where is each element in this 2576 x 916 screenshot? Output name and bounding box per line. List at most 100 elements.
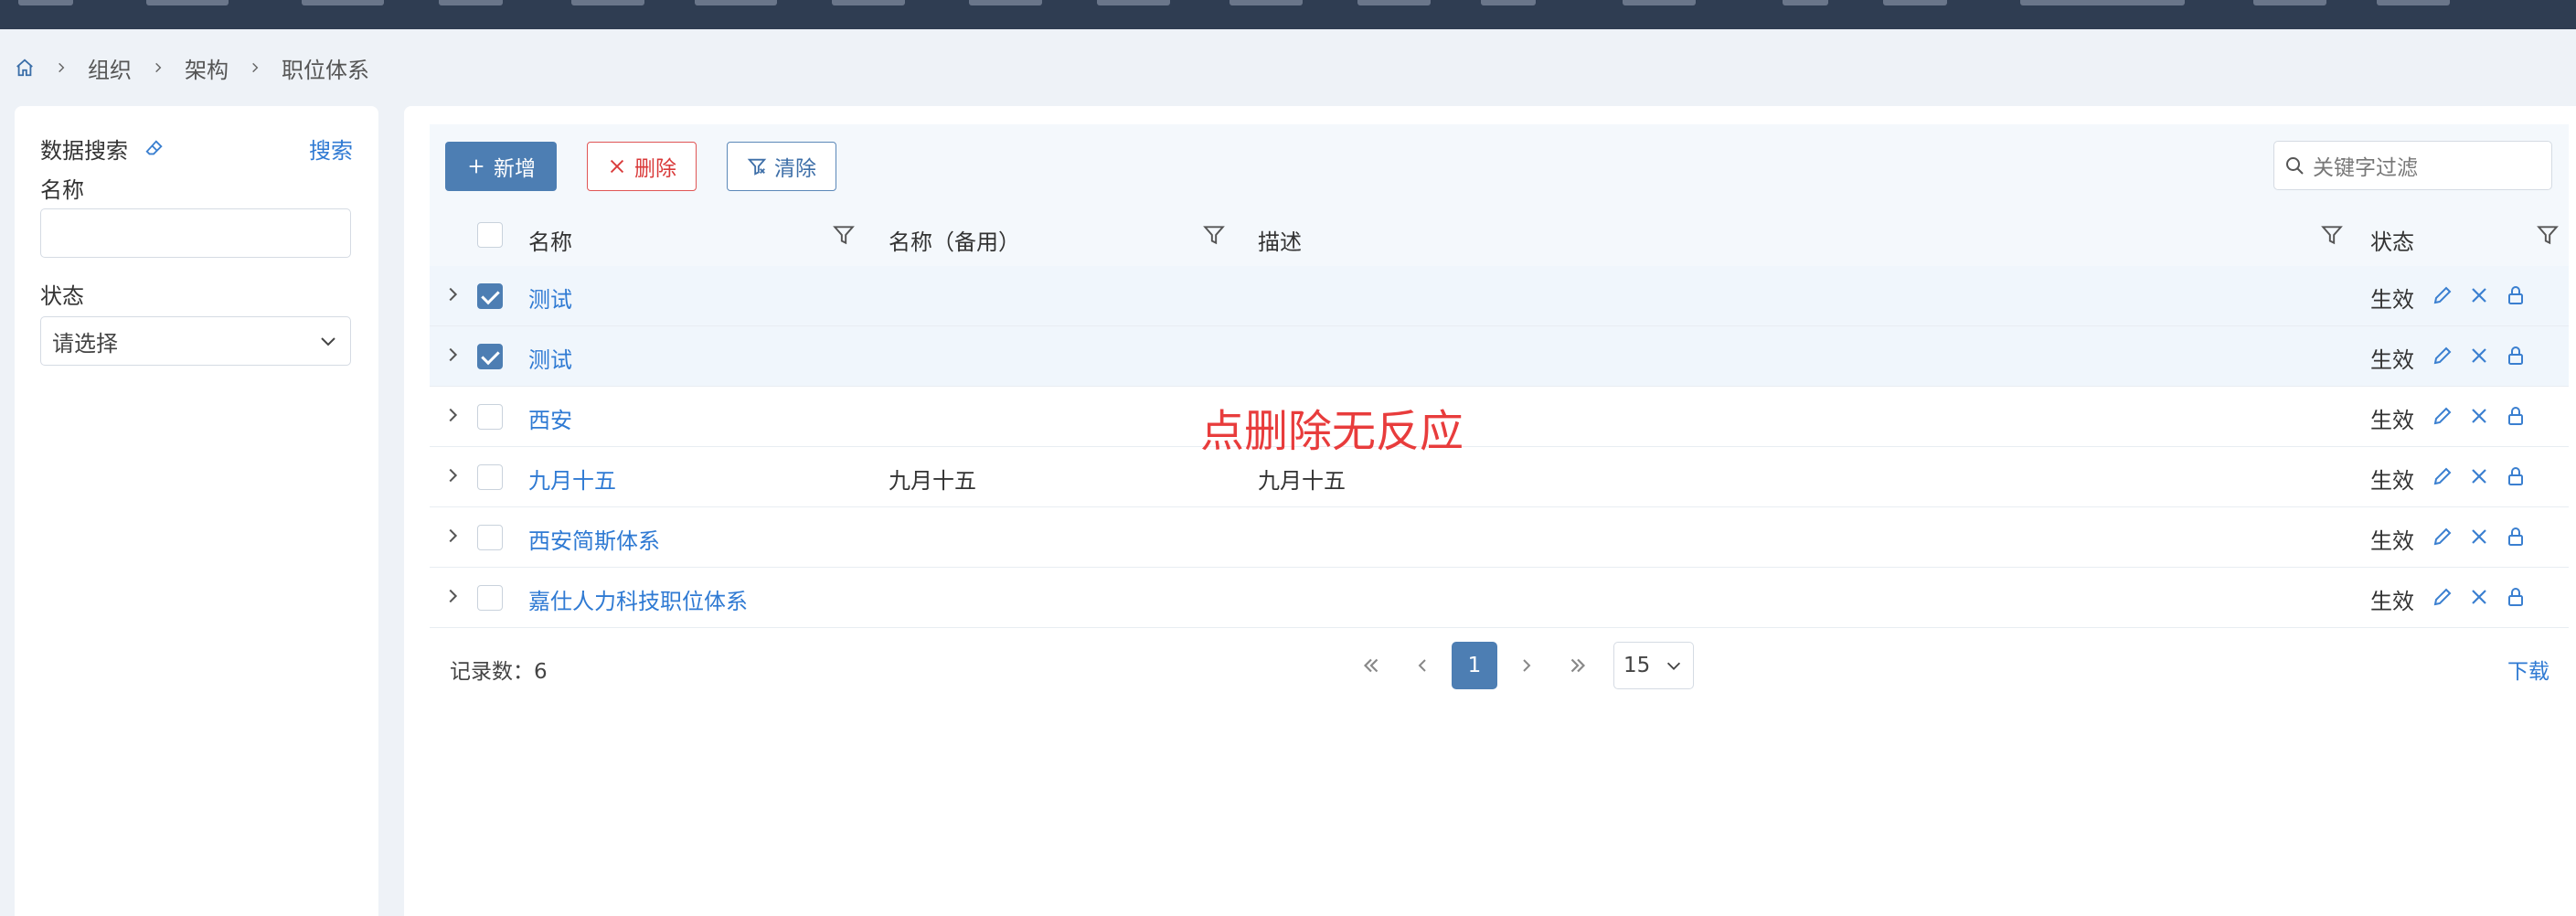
edit-pencil-icon[interactable] [2432,405,2454,427]
expand-chevron-icon[interactable] [442,345,463,365]
delete-x-icon[interactable] [2468,526,2490,548]
edit-pencil-icon[interactable] [2432,284,2454,306]
row-checkbox[interactable] [477,404,503,430]
nav-item-fragment[interactable] [969,0,1042,5]
nav-item-fragment[interactable] [1783,0,1828,5]
page-size-select[interactable]: 15 [1613,642,1694,689]
select-all-checkbox[interactable] [477,222,503,248]
next-page-button[interactable] [1508,645,1545,686]
annotation-text: 点删除无反应 [1200,406,1464,457]
delete-x-icon[interactable] [2468,345,2490,367]
breadcrumb-item-org[interactable]: 组织 [88,52,132,84]
row-checkbox[interactable] [477,464,503,490]
top-nav-bar [0,0,2576,29]
row-name-link[interactable]: 西安简斯体系 [528,523,660,555]
row-checkbox[interactable] [477,525,503,550]
eraser-icon[interactable] [144,138,165,158]
keyword-filter-placeholder: 关键字过滤 [2313,156,2418,180]
delete-x-icon[interactable] [2468,465,2490,487]
nav-item-fragment[interactable] [302,0,384,5]
last-page-button[interactable] [1559,645,1596,686]
row-status: 生效 [2370,589,2414,614]
nav-item-fragment[interactable] [1229,0,1303,5]
nav-item-fragment[interactable] [18,0,73,5]
filter-icon[interactable] [832,222,856,248]
column-header-alt-name: 名称（备用） [889,229,1020,255]
delete-x-icon[interactable] [2468,586,2490,608]
row-status: 生效 [2370,287,2414,313]
nav-item-fragment[interactable] [695,0,777,5]
row-name-link[interactable]: 测试 [528,342,572,374]
status-select[interactable]: 请选择 [40,316,351,366]
table-row[interactable]: 西安简斯体系 生效 [430,507,2569,568]
nav-item-fragment[interactable] [439,0,503,5]
table-row[interactable]: 测试 生效 [430,326,2569,387]
row-checkbox[interactable] [477,344,503,369]
add-button[interactable]: 新增 [445,142,557,191]
edit-pencil-icon[interactable] [2432,345,2454,367]
chevron-right-icon [152,61,165,74]
nav-item-fragment[interactable] [571,0,644,5]
lock-icon[interactable] [2505,465,2527,487]
clear-filter-button[interactable]: 清除 [727,142,836,191]
nav-item-fragment[interactable] [832,0,905,5]
first-page-button[interactable] [1353,645,1389,686]
nav-item-fragment[interactable] [1481,0,1536,5]
keyword-filter-input[interactable]: 关键字过滤 [2273,141,2552,190]
expand-chevron-icon[interactable] [442,405,463,425]
filter-icon[interactable] [1202,222,1226,248]
name-label: 名称 [40,177,84,203]
nav-item-fragment[interactable] [146,0,229,5]
table-row[interactable]: 嘉仕人力科技职位体系 生效 [430,568,2569,628]
lock-icon[interactable] [2505,526,2527,548]
page-button-current[interactable]: 1 [1452,642,1497,689]
edit-pencil-icon[interactable] [2432,526,2454,548]
filter-icon[interactable] [2536,222,2560,248]
expand-chevron-icon[interactable] [442,284,463,304]
nav-item-fragment[interactable] [1097,0,1170,5]
record-count-value: 6 [534,660,548,684]
row-status: 生效 [2370,408,2414,433]
lock-icon[interactable] [2505,405,2527,427]
row-checkbox[interactable] [477,585,503,611]
delete-button[interactable]: 删除 [587,142,697,191]
column-header-name: 名称 [528,229,572,255]
search-button[interactable]: 搜索 [309,133,353,165]
breadcrumb-item-structure[interactable]: 架构 [185,52,229,84]
lock-icon[interactable] [2505,345,2527,367]
row-name-link[interactable]: 嘉仕人力科技职位体系 [528,583,748,615]
lock-icon[interactable] [2505,586,2527,608]
expand-chevron-icon[interactable] [442,526,463,546]
edit-pencil-icon[interactable] [2432,465,2454,487]
column-header-description: 描述 [1258,229,1302,255]
edit-pencil-icon[interactable] [2432,586,2454,608]
record-count: 记录数：6 [450,654,548,685]
table-row[interactable]: 西安 生效 [430,387,2569,447]
prev-page-button[interactable] [1404,645,1441,686]
nav-item-fragment[interactable] [2253,0,2326,5]
row-name-link[interactable]: 九月十五 [528,463,616,495]
nav-item-fragment[interactable] [1623,0,1696,5]
double-chevron-right-icon [1570,658,1586,673]
expand-chevron-icon[interactable] [442,465,463,485]
home-icon[interactable] [15,58,35,78]
row-name-link[interactable]: 测试 [528,282,572,314]
delete-x-icon[interactable] [2468,405,2490,427]
nav-item-fragment[interactable] [1883,0,1947,5]
delete-x-icon[interactable] [2468,284,2490,306]
filter-icon[interactable] [2320,222,2344,248]
lock-icon[interactable] [2505,284,2527,306]
nav-item-fragment[interactable] [1357,0,1431,5]
download-link[interactable]: 下载 [2507,654,2549,685]
table-row[interactable]: 测试 生效 [430,266,2569,326]
table-row[interactable]: 九月十五 九月十五 九月十五 生效 [430,447,2569,507]
name-input[interactable] [40,208,351,258]
record-count-label: 记录数： [450,660,534,684]
row-status: 生效 [2370,347,2414,373]
column-header-status: 状态 [2370,229,2414,255]
nav-item-fragment[interactable] [2377,0,2450,5]
expand-chevron-icon[interactable] [442,586,463,606]
nav-item-fragment[interactable] [2020,0,2185,5]
row-name-link[interactable]: 西安 [528,402,572,434]
row-checkbox[interactable] [477,283,503,309]
